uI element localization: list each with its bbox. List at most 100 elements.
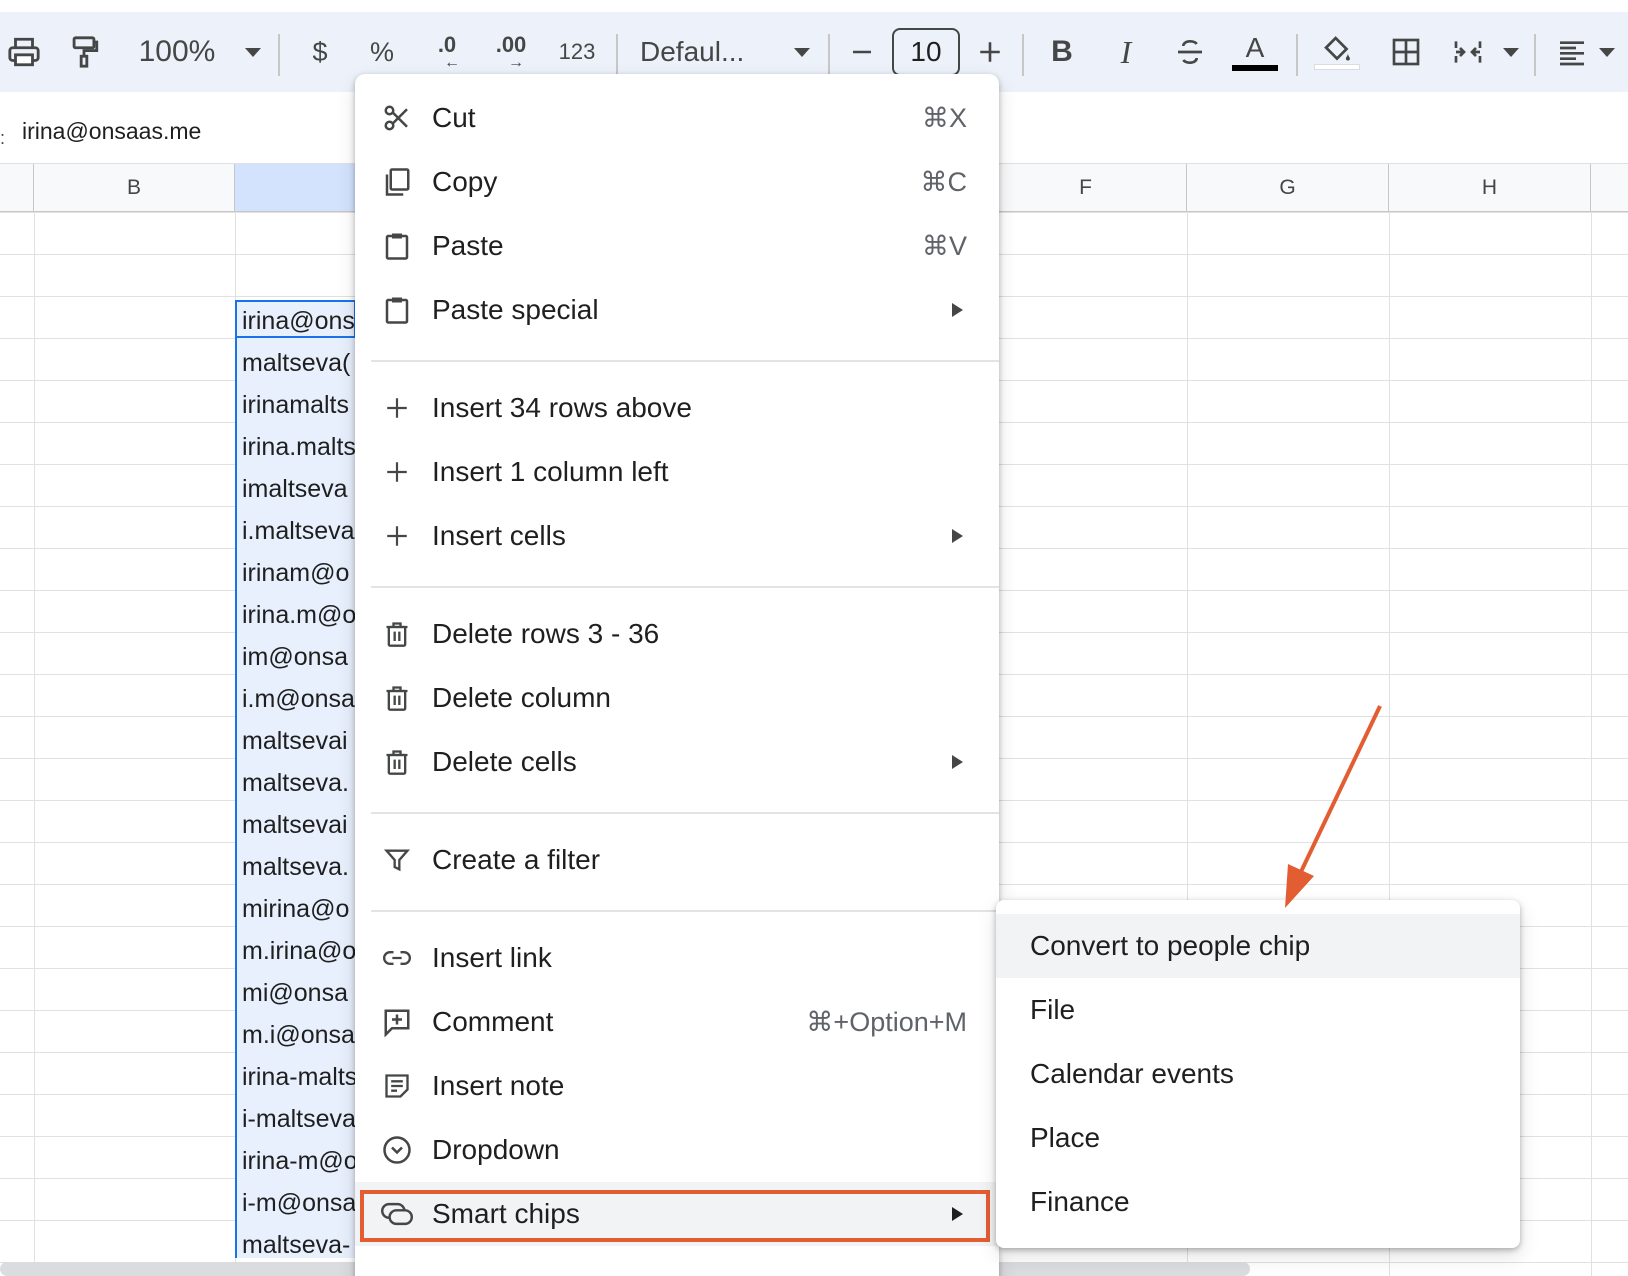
submenu-item-file[interactable]: File	[996, 978, 1520, 1042]
annotation-highlight-box	[360, 1190, 990, 1242]
dropdown-circle-icon	[381, 1134, 413, 1166]
cell[interactable]: m.i@onsa	[242, 1014, 356, 1056]
currency-format-button[interactable]: $	[300, 12, 340, 92]
cell[interactable]: i.m@onsa	[242, 678, 356, 720]
menu-item-dropdown[interactable]: Dropdown	[355, 1118, 999, 1182]
currency-label: $	[312, 36, 328, 67]
menu-item-paste-special[interactable]: Paste special	[355, 278, 999, 342]
column-header-label: F	[1079, 175, 1092, 199]
submenu-item-calendar-events[interactable]: Calendar events	[996, 1042, 1520, 1106]
increase-decimal-label: .00	[495, 32, 527, 57]
chevron-down-icon	[245, 47, 262, 57]
borders-button[interactable]	[1386, 12, 1426, 92]
submenu-item-convert-people-chip[interactable]: Convert to people chip	[996, 914, 1520, 978]
column-header-selected[interactable]	[235, 164, 356, 212]
bold-button[interactable]: B	[1044, 12, 1080, 92]
scissors-icon	[381, 102, 413, 134]
merge-dropdown[interactable]	[1500, 12, 1522, 92]
italic-button[interactable]: I	[1108, 12, 1144, 92]
submenu-item-place[interactable]: Place	[996, 1106, 1520, 1170]
menu-item-paste[interactable]: Paste ⌘V	[355, 214, 999, 278]
bold-label: B	[1051, 35, 1073, 68]
menu-divider	[371, 812, 999, 814]
cell[interactable]: i-m@onsa	[242, 1182, 356, 1224]
print-icon[interactable]	[4, 12, 44, 92]
trash-icon	[381, 746, 413, 778]
cell[interactable]: i-maltseva	[242, 1098, 356, 1140]
borders-icon	[1392, 38, 1420, 66]
submenu-item-label: File	[1030, 994, 1076, 1025]
arrow-left-icon: ←	[444, 54, 460, 71]
menu-item-delete-column[interactable]: Delete column	[355, 666, 999, 730]
menu-item-label: Delete rows 3 - 36	[432, 618, 660, 649]
filter-icon	[381, 844, 413, 876]
menu-item-insert-column[interactable]: Insert 1 column left	[355, 440, 999, 504]
toolbar-divider	[1296, 34, 1298, 76]
cell[interactable]: i.maltseva	[242, 510, 356, 552]
column-header-f[interactable]: F	[985, 164, 1187, 212]
menu-divider	[371, 586, 999, 588]
column-header-b[interactable]: B	[34, 164, 235, 212]
menu-item-insert-rows[interactable]: Insert 34 rows above	[355, 376, 999, 440]
text-color-button[interactable]: A	[1232, 12, 1278, 92]
menu-item-label: Paste	[432, 230, 504, 261]
column-header-label: H	[1481, 175, 1498, 199]
cell[interactable]: irina.malts	[242, 426, 356, 468]
zoom-select[interactable]: 100%	[130, 12, 270, 92]
cell[interactable]: irinam@o	[242, 552, 356, 594]
cell[interactable]: maltseva-	[242, 1224, 356, 1266]
submenu-item-finance[interactable]: Finance	[996, 1170, 1520, 1234]
horizontal-align-button[interactable]	[1554, 12, 1590, 92]
chevron-down-icon	[794, 47, 810, 57]
menu-item-label: Insert note	[432, 1070, 565, 1101]
menu-item-comment[interactable]: Comment ⌘+Option+M	[355, 990, 999, 1054]
toolbar-divider	[828, 34, 830, 76]
cell[interactable]: maltseva(	[242, 342, 356, 384]
menu-item-insert-link[interactable]: Insert link	[355, 926, 999, 990]
cell[interactable]: maltseva.	[242, 762, 356, 804]
link-icon	[381, 942, 413, 974]
column-header-next[interactable]	[1591, 164, 1628, 212]
cell[interactable]: maltsevai	[242, 804, 356, 846]
submenu-item-label: Finance	[1030, 1186, 1130, 1217]
strikethrough-button[interactable]	[1170, 12, 1210, 92]
italic-label: I	[1120, 33, 1132, 70]
cell[interactable]: im@onsa	[242, 636, 356, 678]
align-dropdown[interactable]	[1596, 12, 1618, 92]
formula-bar-value[interactable]: irina@onsaas.me	[22, 118, 201, 145]
grid-column-line	[34, 212, 35, 1276]
menu-item-cut[interactable]: Cut ⌘X	[355, 86, 999, 150]
menu-item-label: Delete column	[432, 682, 611, 713]
merge-cells-button[interactable]	[1448, 12, 1488, 92]
paint-format-icon[interactable]	[64, 12, 104, 92]
formula-bar-marker: :	[0, 128, 6, 148]
fill-color-button[interactable]	[1314, 12, 1360, 92]
cell[interactable]: maltsevai	[242, 720, 356, 762]
menu-item-shortcut: ⌘X	[921, 102, 967, 133]
menu-item-insert-note[interactable]: Insert note	[355, 1054, 999, 1118]
cell[interactable]: irina.m@o	[242, 594, 356, 636]
row-header-corner[interactable]	[0, 164, 34, 212]
column-header-g[interactable]: G	[1187, 164, 1389, 212]
active-cell[interactable]	[235, 300, 356, 338]
menu-item-shortcut: ⌘+Option+M	[806, 1006, 967, 1037]
copy-icon	[381, 166, 413, 198]
menu-item-delete-rows[interactable]: Delete rows 3 - 36	[355, 602, 999, 666]
menu-divider	[371, 360, 999, 362]
submenu-arrow-icon	[952, 303, 963, 317]
cell[interactable]: m.irina@o	[242, 930, 356, 972]
cell[interactable]: irina-malts	[242, 1056, 356, 1098]
cell[interactable]: mi@onsa	[242, 972, 356, 1014]
menu-item-copy[interactable]: Copy ⌘C	[355, 150, 999, 214]
menu-item-insert-cells[interactable]: Insert cells	[355, 504, 999, 568]
column-header-h[interactable]: H	[1389, 164, 1591, 212]
font-size-value: 10	[910, 36, 942, 67]
cell[interactable]: irina-m@o	[242, 1140, 356, 1182]
cell[interactable]: maltseva.	[242, 846, 356, 888]
menu-item-delete-cells[interactable]: Delete cells	[355, 730, 999, 794]
cell[interactable]: imaltseva	[242, 468, 356, 510]
cell[interactable]: irinamalts	[242, 384, 356, 426]
chevron-down-icon	[1503, 47, 1519, 57]
menu-item-create-filter[interactable]: Create a filter	[355, 828, 999, 892]
cell[interactable]: mirina@o	[242, 888, 356, 930]
